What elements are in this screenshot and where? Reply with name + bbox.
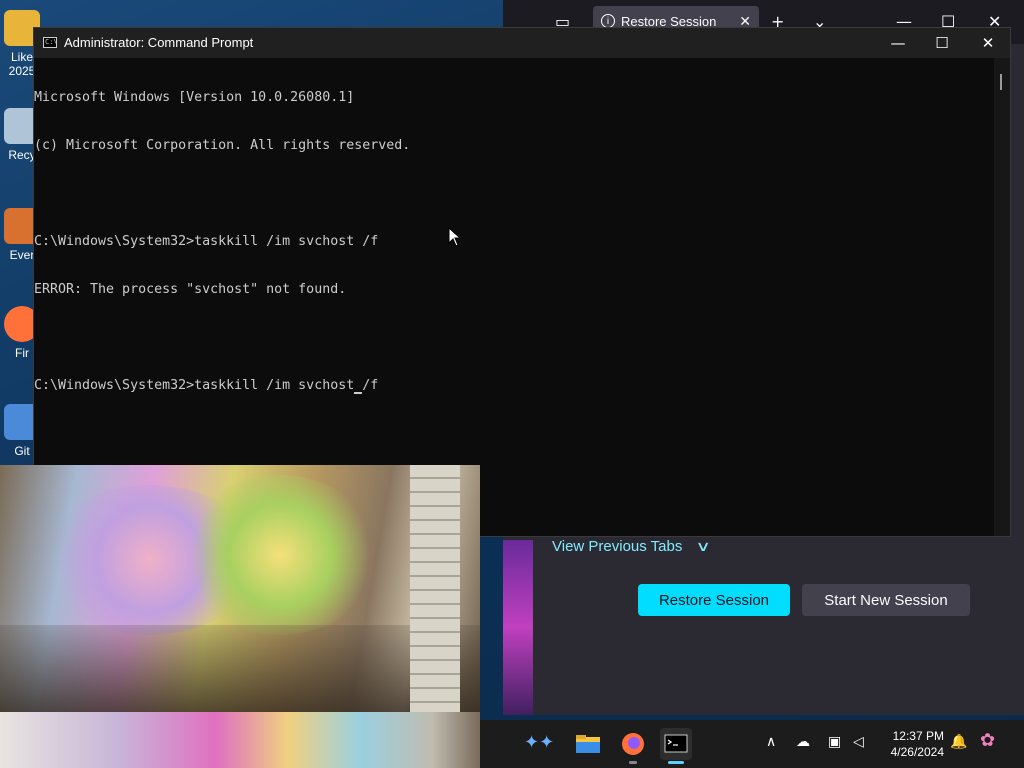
desktop-icon-label: Ever [9, 248, 35, 262]
firefox-icon [622, 733, 644, 755]
console-line: Microsoft Windows [Version 10.0.26080.1] [34, 90, 355, 105]
chevron-down-icon: ∨ [695, 538, 712, 554]
terminal-icon [664, 734, 688, 753]
volume-muted-icon[interactable]: ◁ [853, 734, 864, 750]
console-line: (c) Microsoft Corporation. All rights re… [34, 138, 411, 153]
minimize-button[interactable]: — [878, 31, 918, 55]
copilot-sparkle-icon[interactable]: ✦✦ [524, 732, 554, 753]
decorative-strip [503, 540, 533, 715]
photo-overlay-bottom [0, 712, 480, 768]
console-line: C:\Windows\System32>taskkill /im svchost… [34, 234, 379, 249]
console-prompt-text: C:\Windows\System32>taskkill /im svchost [34, 378, 355, 393]
onedrive-icon[interactable]: ☁ [796, 734, 810, 750]
taskbar: ✦✦ ∧ ☁ ▣ ◁ 12:37 PM 4/26/2024 🔔 ✿ [480, 720, 1024, 768]
running-indicator [629, 761, 637, 764]
restore-session-button[interactable]: Restore Session [638, 584, 790, 616]
copilot-icon[interactable]: ✿ [980, 730, 995, 751]
cmd-app-icon: C:\ [43, 37, 58, 48]
chevron-up-icon[interactable]: ∧ [766, 734, 776, 750]
window-title: Administrator: Command Prompt [64, 35, 254, 50]
command-prompt-window: C:\ Administrator: Command Prompt — ☐ ✕ … [33, 27, 1011, 537]
file-explorer-icon [576, 735, 600, 753]
network-icon[interactable]: ▣ [828, 734, 841, 750]
clock-time: 12:37 PM [892, 729, 944, 743]
desktop-icon-label: Git [14, 444, 30, 458]
photo-overlay [0, 465, 480, 712]
view-previous-tabs-toggle[interactable]: View Previous Tabs ∨ [552, 538, 712, 555]
console-line: ERROR: The process "svchost" not found. [34, 282, 347, 297]
console-input-line[interactable]: C:\Windows\System32>taskkill /im svchost… [34, 378, 994, 394]
desktop-icon-label: Fir [15, 346, 29, 360]
clock[interactable]: 12:37 PM 4/26/2024 [880, 728, 944, 760]
photo-ground [0, 625, 480, 712]
active-indicator [668, 761, 684, 764]
maximize-button[interactable]: ☐ [922, 31, 962, 55]
info-icon: i [601, 14, 615, 28]
scrollbar-thumb[interactable] [1000, 74, 1002, 90]
console-input-suffix: /f [362, 378, 379, 393]
photo-wall [410, 465, 460, 712]
taskbar-app-file-explorer[interactable] [572, 728, 604, 760]
cmd-titlebar[interactable]: C:\ Administrator: Command Prompt — ☐ ✕ [34, 28, 1010, 58]
desktop-icon-label: Like 2025 [8, 50, 36, 78]
close-button[interactable]: ✕ [968, 31, 1008, 55]
start-new-session-button[interactable]: Start New Session [802, 584, 970, 616]
taskbar-app-command-prompt[interactable] [660, 728, 692, 764]
view-previous-tabs-label: View Previous Tabs [552, 538, 683, 555]
clock-date: 4/26/2024 [890, 745, 944, 759]
taskbar-app-firefox[interactable] [617, 728, 649, 764]
notification-bell-icon[interactable]: 🔔 [950, 734, 967, 750]
scrollbar[interactable] [994, 58, 1010, 536]
mouse-pointer-icon [448, 227, 462, 247]
photo-blob [180, 475, 380, 635]
desktop-icon-label: Recy [8, 148, 36, 162]
